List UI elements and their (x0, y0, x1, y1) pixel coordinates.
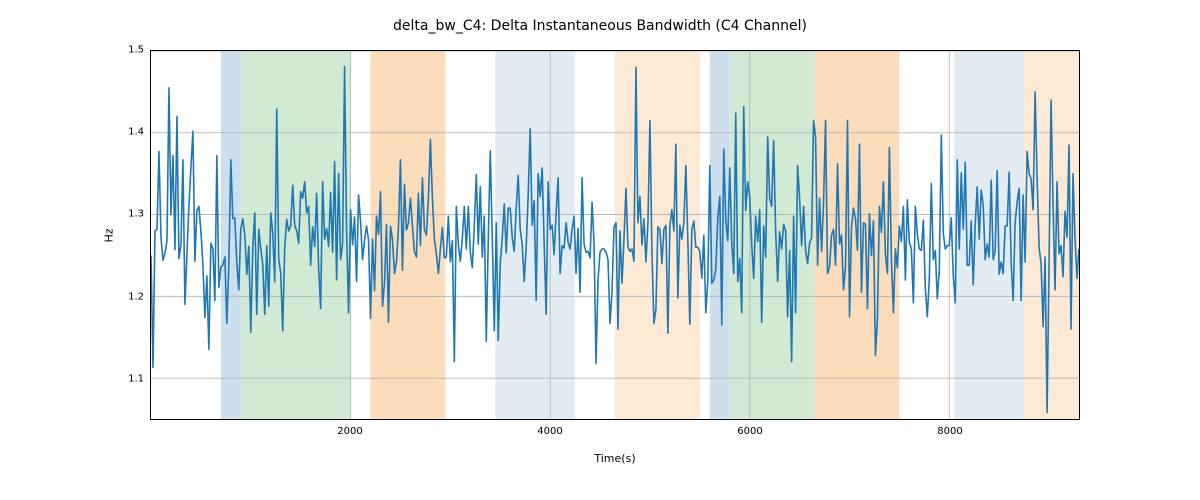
plot-svg (151, 51, 1079, 419)
x-tick-label: 2000 (337, 426, 362, 437)
y-axis-label: Hz (100, 50, 118, 420)
x-tick-label: 4000 (537, 426, 562, 437)
y-tick-label: 1.5 (104, 45, 144, 56)
y-tick-label: 1.4 (104, 127, 144, 138)
x-tick-label: 8000 (937, 426, 962, 437)
y-tick-label: 1.3 (104, 209, 144, 220)
x-tick-label: 6000 (737, 426, 762, 437)
x-axis-label: Time(s) (150, 452, 1080, 465)
y-tick-label: 1.2 (104, 291, 144, 302)
band (241, 51, 351, 419)
plot-axes (150, 50, 1080, 420)
chart-title: delta_bw_C4: Delta Instantaneous Bandwid… (0, 18, 1200, 34)
y-tick-label: 1.1 (104, 373, 144, 384)
figure: delta_bw_C4: Delta Instantaneous Bandwid… (0, 0, 1200, 500)
y-axis-label-text: Hz (102, 228, 115, 242)
band (221, 51, 241, 419)
